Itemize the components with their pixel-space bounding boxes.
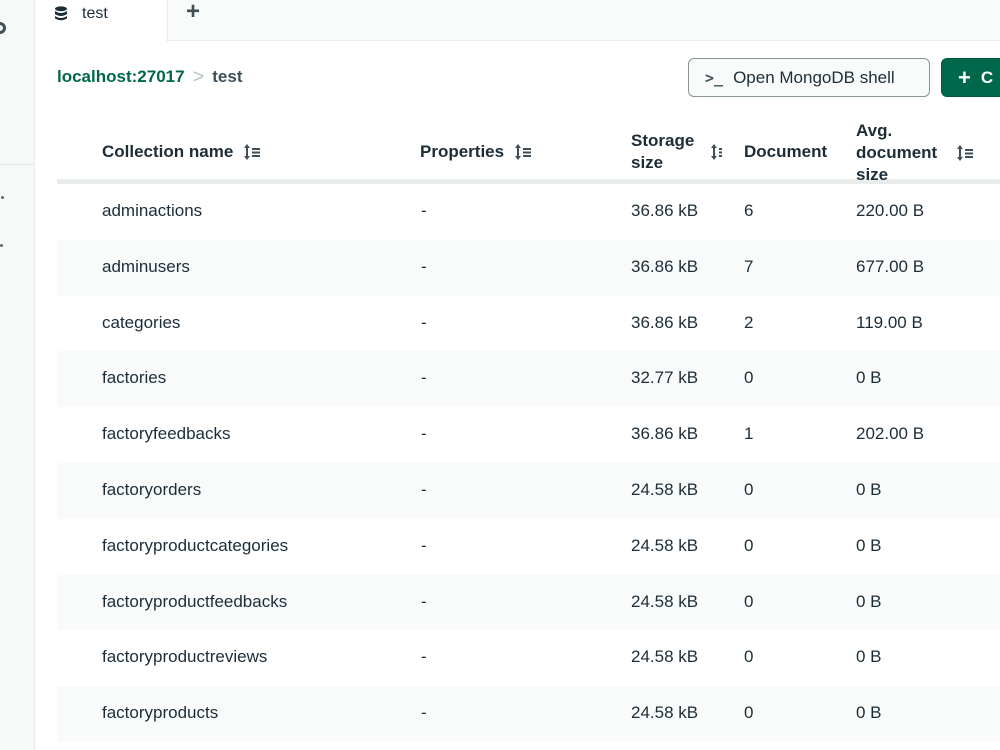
cell-avg-size: 202.00 B bbox=[856, 424, 925, 444]
cell-avg-size: 0 B bbox=[856, 647, 882, 667]
table-row[interactable]: factoryproductreviews - 24.58 kB 0 0 B bbox=[57, 630, 1000, 686]
cell-storage-size: 24.58 kB bbox=[631, 591, 699, 611]
cell-avg-size: 677.00 B bbox=[856, 256, 925, 276]
cell-storage-size: 24.58 kB bbox=[631, 479, 699, 499]
plus-icon: + bbox=[958, 64, 971, 90]
cell-storage-size: 24.58 kB bbox=[631, 535, 699, 555]
table-row[interactable]: factoryproducts - 24.58 kB 0 0 B bbox=[57, 686, 1000, 742]
cell-documents: 0 bbox=[744, 591, 754, 611]
breadcrumb-database: test bbox=[212, 67, 243, 86]
collection-name-link[interactable]: factories bbox=[102, 368, 166, 388]
sort-icon[interactable] bbox=[242, 142, 262, 162]
cell-properties: - bbox=[421, 368, 427, 388]
more-icon[interactable] bbox=[0, 244, 3, 247]
collection-name-link[interactable]: factoryorders bbox=[102, 480, 201, 500]
collection-name-link[interactable]: categories bbox=[102, 313, 180, 333]
sort-icon[interactable] bbox=[955, 143, 975, 163]
breadcrumb: localhost:27017 > test bbox=[57, 67, 242, 87]
collection-name-link[interactable]: factoryproductcategories bbox=[102, 536, 288, 556]
more-icon[interactable] bbox=[1, 196, 4, 199]
sort-icon[interactable] bbox=[513, 142, 533, 162]
cell-avg-size: 0 B bbox=[856, 535, 882, 555]
cell-avg-size: 119.00 B bbox=[856, 312, 923, 332]
cell-storage-size: 36.86 kB bbox=[631, 256, 699, 276]
cell-properties: - bbox=[421, 591, 427, 611]
cell-properties: - bbox=[421, 201, 427, 220]
header-avg-document-size[interactable]: Avg. document size bbox=[856, 120, 975, 186]
cell-properties: - bbox=[421, 256, 427, 276]
collection-name-link[interactable]: adminactions bbox=[102, 201, 202, 221]
collection-name-link[interactable]: factoryproductreviews bbox=[102, 647, 267, 667]
collection-name-link[interactable]: factoryproductfeedbacks bbox=[102, 592, 287, 612]
cell-avg-size: 220.00 B bbox=[856, 201, 925, 220]
header-properties[interactable]: Properties bbox=[420, 142, 533, 162]
table-row[interactable]: adminactions - 36.86 kB 6 220.00 B bbox=[57, 184, 1000, 240]
cell-avg-size: 0 B bbox=[856, 591, 882, 611]
create-collection-label: C bbox=[980, 67, 994, 87]
cell-documents: 1 bbox=[744, 424, 754, 444]
collections-table: Collection name Properties Storage size … bbox=[57, 118, 1000, 742]
table-header: Collection name Properties Storage size … bbox=[57, 118, 1000, 184]
tab-bar: test + bbox=[35, 0, 1000, 42]
cell-documents: 0 bbox=[744, 479, 754, 499]
cell-documents: 0 bbox=[744, 703, 754, 723]
open-shell-label: Open MongoDB shell bbox=[733, 67, 895, 87]
collection-name-link[interactable]: factoryfeedbacks bbox=[102, 424, 231, 444]
database-icon bbox=[55, 6, 67, 21]
cell-storage-size: 36.86 kB bbox=[631, 312, 699, 332]
cell-properties: - bbox=[421, 703, 427, 723]
table-row[interactable]: categories - 36.86 kB 2 119.00 B bbox=[57, 296, 1000, 352]
cell-documents: 0 bbox=[744, 368, 754, 388]
table-row[interactable]: factoryproductcategories - 24.58 kB 0 0 … bbox=[57, 519, 1000, 575]
open-shell-button[interactable]: >_ Open MongoDB shell bbox=[688, 58, 930, 97]
cell-storage-size: 24.58 kB bbox=[631, 647, 699, 667]
cell-avg-size: 0 B bbox=[856, 703, 882, 723]
header-collection-name[interactable]: Collection name bbox=[102, 142, 262, 162]
tab-test[interactable]: test bbox=[35, 0, 168, 42]
cell-documents: 7 bbox=[744, 256, 754, 276]
sidebar bbox=[0, 0, 35, 750]
terminal-icon: >_ bbox=[705, 68, 724, 87]
cell-properties: - bbox=[421, 479, 427, 499]
cell-documents: 2 bbox=[744, 312, 754, 332]
header-label: Collection name bbox=[102, 142, 234, 161]
header-label: Document bbox=[744, 142, 828, 161]
cell-documents: 6 bbox=[744, 201, 754, 220]
table-row[interactable]: factoryorders - 24.58 kB 0 0 B bbox=[57, 462, 1000, 519]
header-label: Storage size bbox=[631, 131, 695, 172]
chevron-right-icon: > bbox=[192, 65, 205, 88]
gear-icon[interactable] bbox=[0, 22, 6, 34]
sort-icon[interactable] bbox=[709, 142, 729, 162]
table-row[interactable]: adminusers - 36.86 kB 7 677.00 B bbox=[57, 239, 1000, 296]
add-tab-icon[interactable]: + bbox=[181, 0, 205, 25]
cell-properties: - bbox=[421, 647, 427, 667]
table-row[interactable]: factoryproductfeedbacks - 24.58 kB 0 0 B bbox=[57, 574, 1000, 631]
header-storage-size[interactable]: Storage size bbox=[631, 130, 729, 174]
table-row[interactable]: factoryfeedbacks - 36.86 kB 1 202.00 B bbox=[57, 407, 1000, 463]
cell-storage-size: 24.58 kB bbox=[631, 703, 699, 723]
cell-properties: - bbox=[421, 535, 427, 555]
tab-label: test bbox=[82, 5, 108, 22]
breadcrumb-host[interactable]: localhost:27017 bbox=[57, 67, 185, 87]
cell-avg-size: 0 B bbox=[856, 479, 882, 499]
cell-storage-size: 36.86 kB bbox=[631, 424, 699, 444]
cell-documents: 0 bbox=[744, 535, 754, 555]
create-collection-button[interactable]: + C bbox=[941, 58, 1000, 97]
cell-properties: - bbox=[421, 312, 427, 332]
cell-avg-size: 0 B bbox=[856, 368, 882, 388]
collection-name-link[interactable]: adminusers bbox=[102, 257, 190, 277]
table-row[interactable]: factories - 32.77 kB 0 0 B bbox=[57, 351, 1000, 408]
cell-documents: 0 bbox=[744, 647, 754, 667]
cell-properties: - bbox=[421, 424, 427, 444]
cell-storage-size: 32.77 kB bbox=[631, 368, 699, 388]
collection-name-link[interactable]: factoryproducts bbox=[102, 703, 218, 723]
header-label: Avg. document size bbox=[856, 121, 938, 184]
header-documents[interactable]: Document bbox=[744, 142, 827, 162]
sidebar-divider bbox=[0, 164, 35, 165]
cell-storage-size: 36.86 kB bbox=[631, 201, 699, 220]
header-label: Properties bbox=[420, 142, 505, 161]
